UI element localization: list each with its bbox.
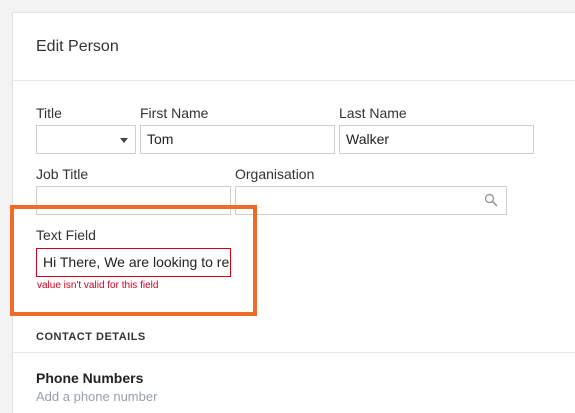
phone-numbers-heading: Phone Numbers: [36, 370, 144, 386]
contact-details-heading: CONTACT DETAILS: [36, 331, 146, 343]
last-name-field[interactable]: Walker: [339, 125, 534, 154]
organisation-label: Organisation: [235, 166, 315, 182]
title-label: Title: [36, 105, 62, 121]
last-name-label: Last Name: [339, 105, 407, 121]
section-divider: [13, 352, 575, 353]
highlight-box: [10, 205, 257, 316]
header-divider: [13, 80, 575, 81]
search-icon: [484, 193, 498, 207]
first-name-field[interactable]: Tom: [140, 125, 335, 154]
title-select[interactable]: [36, 125, 136, 154]
chevron-down-icon: [120, 138, 128, 143]
organisation-field[interactable]: [235, 186, 507, 215]
first-name-label: First Name: [140, 105, 209, 121]
job-title-label: Job Title: [36, 166, 89, 182]
panel-title: Edit Person: [36, 38, 119, 55]
